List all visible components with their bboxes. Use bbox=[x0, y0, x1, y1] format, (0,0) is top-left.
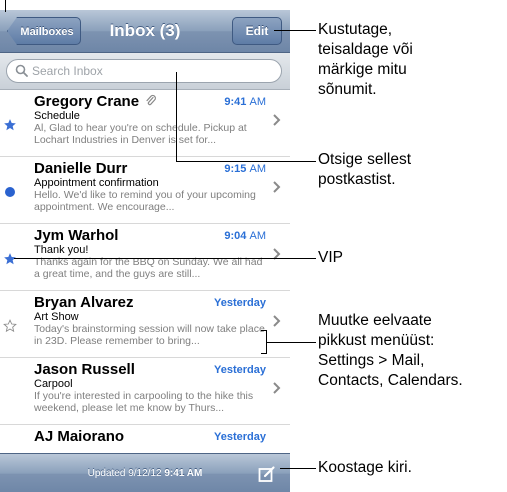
vip-leader-line bbox=[14, 258, 316, 259]
message-list: Gregory Crane 9:41 AM Schedule Al, Glad … bbox=[0, 90, 290, 492]
search-icon bbox=[15, 64, 28, 77]
chevron-right-icon bbox=[273, 315, 281, 327]
message-time: Yesterday bbox=[214, 364, 266, 376]
callout-compose: Koostage kiri. bbox=[318, 459, 412, 476]
sender-name: Bryan Alvarez bbox=[34, 294, 134, 311]
message-time: Yesterday bbox=[214, 431, 266, 443]
mail-app: Inbox (3) Mailboxes Edit Search Inbox Gr… bbox=[0, 0, 290, 492]
sender-name: Danielle Durr bbox=[34, 160, 128, 177]
message-preview: Al, Glad to hear you're on schedule. Pic… bbox=[34, 122, 247, 146]
compose-leader-line bbox=[280, 468, 316, 469]
message-row[interactable]: Gregory Crane 9:41 AM Schedule Al, Glad … bbox=[0, 90, 290, 157]
search-bar: Search Inbox bbox=[0, 53, 290, 90]
chevron-right-icon bbox=[273, 382, 281, 394]
message-subject: Art Show bbox=[34, 311, 79, 323]
edit-leader-line bbox=[5, 0, 6, 12]
sender-name: Jym Warhol bbox=[34, 227, 119, 244]
vip-star-icon bbox=[3, 118, 17, 132]
message-preview: Thanks again for the BBQ on Sunday. We a… bbox=[34, 256, 263, 280]
preview-leader-line bbox=[266, 342, 316, 343]
sender-name: Gregory Crane bbox=[34, 93, 156, 110]
preview-bracket bbox=[261, 330, 267, 331]
message-time: 9:41 AM bbox=[224, 96, 266, 108]
message-time: 9:15 AM bbox=[224, 163, 266, 175]
sender-name: AJ Maiorano bbox=[34, 428, 125, 445]
search-leader-line bbox=[176, 161, 316, 162]
message-row[interactable]: Jason Russell Yesterday Carpool If you'r… bbox=[0, 358, 290, 425]
message-preview: Hello. We'd like to remind you of your u… bbox=[34, 189, 256, 213]
callout-vip: VIP bbox=[318, 249, 343, 266]
message-row[interactable]: Bryan Alvarez Yesterday Art Show Today's… bbox=[0, 291, 290, 358]
star-outline-icon bbox=[3, 319, 17, 333]
message-preview: Today's brainstorming session will now t… bbox=[34, 323, 265, 347]
compose-icon[interactable] bbox=[258, 465, 276, 483]
attachment-icon bbox=[146, 94, 156, 106]
unread-dot-icon bbox=[3, 185, 17, 199]
mailboxes-back-button[interactable]: Mailboxes bbox=[7, 17, 81, 45]
preview-bracket bbox=[261, 353, 267, 354]
sender-name: Jason Russell bbox=[34, 361, 135, 378]
message-preview: If you're interested in carpooling to th… bbox=[34, 390, 254, 414]
message-subject: Appointment confirmation bbox=[34, 177, 159, 189]
edit-button[interactable]: Edit bbox=[232, 17, 282, 45]
navigation-bar: Inbox (3) Mailboxes Edit bbox=[0, 10, 290, 53]
chevron-right-icon bbox=[273, 181, 281, 193]
callout-preview: Muutke eelvaate pikkust menüüst: Settings … bbox=[318, 312, 463, 389]
message-subject: Schedule bbox=[34, 110, 80, 122]
search-leader-line bbox=[176, 72, 177, 162]
bottom-toolbar: Updated 9/12/12 9:41 AM bbox=[0, 453, 290, 492]
callout-search: Otsige sellest postkastist. bbox=[318, 151, 412, 188]
vip-star-icon bbox=[3, 252, 17, 266]
edit-leader-line bbox=[274, 30, 316, 31]
updated-status: Updated 9/12/12 9:41 AM bbox=[87, 468, 203, 479]
search-placeholder: Search Inbox bbox=[32, 64, 103, 78]
message-subject: Carpool bbox=[34, 378, 73, 390]
message-subject: Thank you! bbox=[34, 244, 89, 256]
message-time: Yesterday bbox=[214, 297, 266, 309]
chevron-right-icon bbox=[273, 114, 281, 126]
search-input[interactable]: Search Inbox bbox=[6, 59, 282, 83]
message-time: 9:04 AM bbox=[224, 230, 266, 242]
message-row[interactable]: Danielle Durr 9:15 AM Appointment confir… bbox=[0, 157, 290, 224]
callout-edit: Kustutage, teisaldage või märkige mitu sõnu… bbox=[318, 21, 413, 98]
